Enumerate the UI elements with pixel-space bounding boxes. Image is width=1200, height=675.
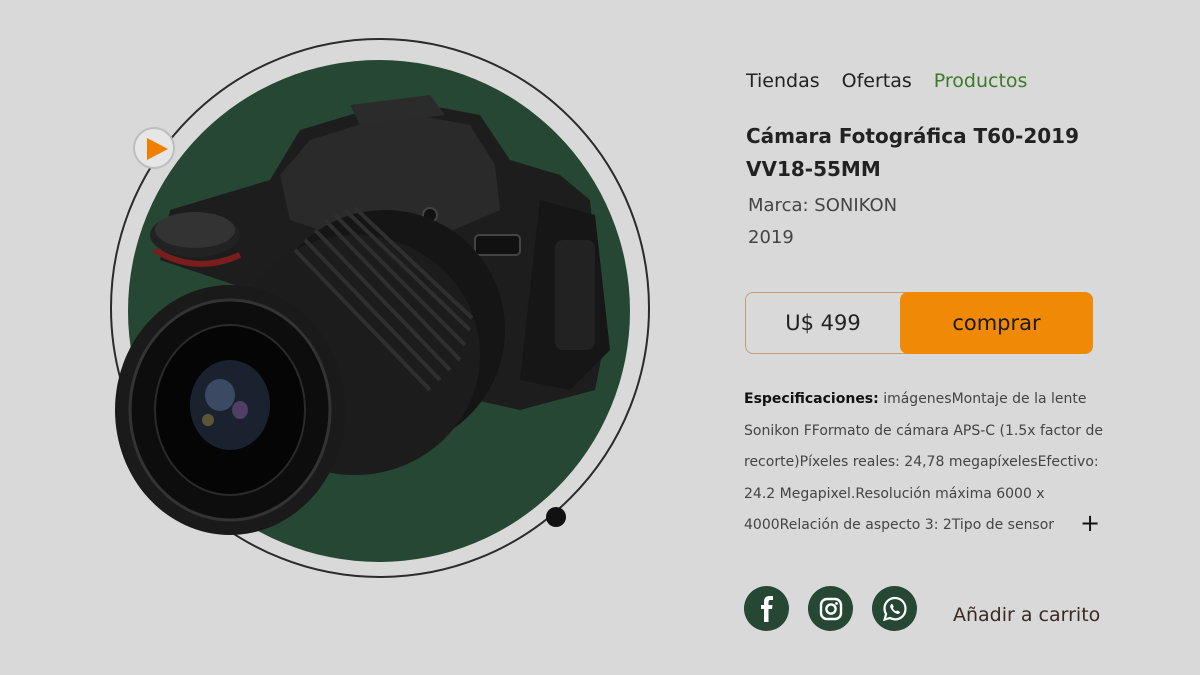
product-specs: Especificaciones: imágenesMontaje de la … — [744, 384, 1124, 542]
top-nav: Tiendas Ofertas Productos — [746, 70, 1027, 92]
expand-specs-icon[interactable]: + — [1080, 510, 1100, 536]
camera-image — [115, 95, 610, 535]
buy-button[interactable]: comprar — [900, 292, 1093, 354]
specs-label: Especificaciones: — [744, 391, 879, 407]
nav-item-tiendas[interactable]: Tiendas — [746, 70, 820, 92]
add-to-cart-link[interactable]: Añadir a carrito — [953, 604, 1100, 626]
facebook-icon — [760, 595, 773, 622]
product-price: U$ 499 — [785, 311, 861, 335]
instagram-icon — [819, 597, 842, 620]
whatsapp-button[interactable] — [872, 586, 917, 631]
product-visual — [0, 0, 700, 675]
product-year: 2019 — [748, 227, 794, 248]
product-brand: Marca: SONIKON — [748, 195, 898, 216]
instagram-button[interactable] — [808, 586, 853, 631]
specs-text: imágenesMontaje de la lente Sonikon FFor… — [744, 391, 1103, 533]
whatsapp-icon — [882, 596, 907, 621]
social-links — [744, 586, 917, 631]
facebook-button[interactable] — [744, 586, 789, 631]
purchase-box: U$ 499 comprar — [745, 292, 1093, 354]
product-meta: Marca: SONIKON 2019 — [748, 190, 897, 254]
nav-item-productos[interactable]: Productos — [934, 70, 1028, 92]
nav-item-ofertas[interactable]: Ofertas — [842, 70, 912, 92]
product-title: Cámara Fotográfica T60-2019 VV18-55MM — [746, 124, 1079, 181]
